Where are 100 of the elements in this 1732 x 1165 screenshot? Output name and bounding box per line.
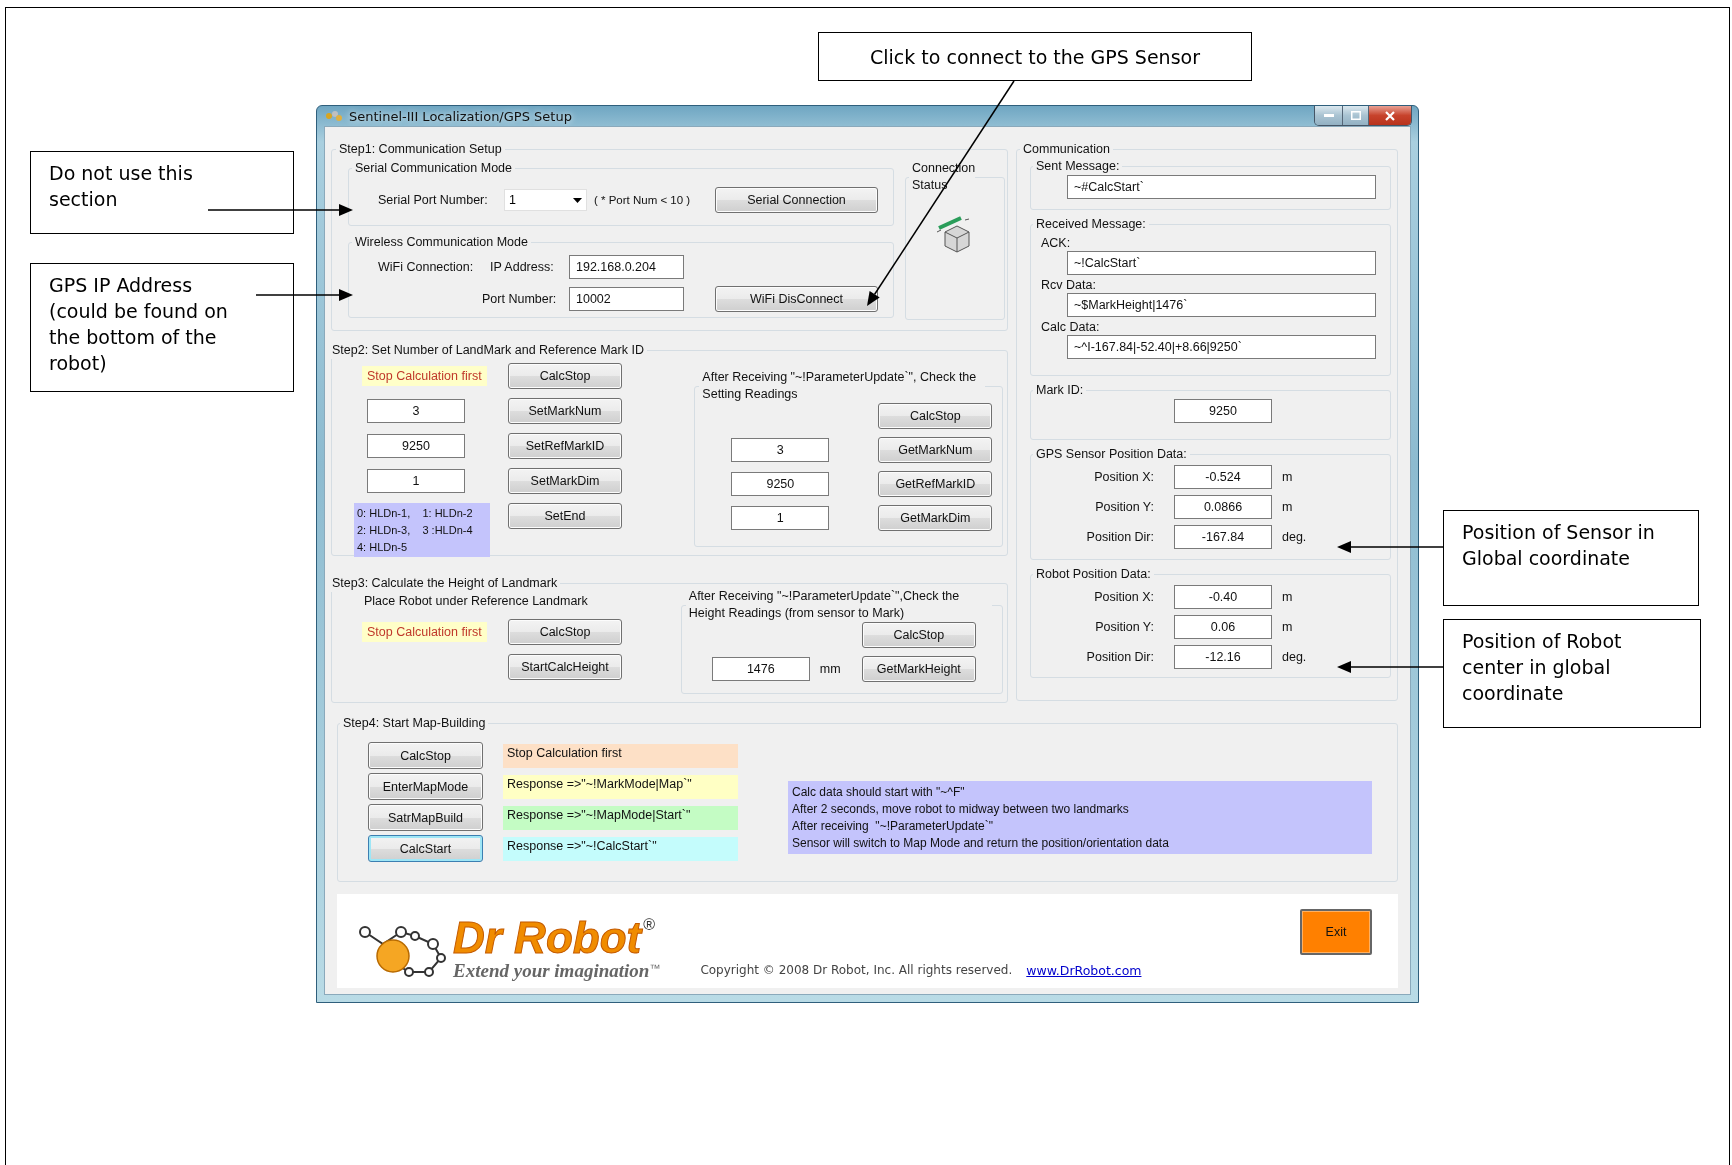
logo-text: Dr Robot: [453, 916, 642, 960]
get-mark-height-button[interactable]: GetMarkHeight: [861, 656, 976, 682]
field-label: Position Y:: [1094, 500, 1154, 514]
maximize-button[interactable]: [1342, 106, 1368, 125]
start-calc-height-button[interactable]: StartCalcHeight: [508, 654, 622, 680]
group-title: Step1: Communication Setup: [338, 141, 503, 158]
group-title: Robot Position Data:: [1035, 566, 1152, 583]
hint-text: ( * Port Num < 10 ): [593, 194, 692, 206]
group-title: After Receiving "~!ParameterUpdate`",Check the Height Readings (from sensor to Mark): [687, 588, 961, 622]
window-title: Sentinel-III Localization/GPS Setup: [349, 108, 572, 124]
field-label: Port Number:: [482, 292, 558, 306]
text-field[interactable]: 192.168.0.204: [569, 255, 684, 279]
command-button[interactable]: CalcStop: [368, 742, 483, 769]
instruction-line: Sensor will switch to Map Mode and return the position/orientation data: [792, 836, 1170, 850]
field-label: Serial Port Number:: [378, 193, 489, 207]
callout-text: Click to connect to the GPS Sensor: [818, 32, 1252, 81]
group-title: Serial Communication Mode: [354, 160, 513, 177]
copyright-text: Copyright © 2008 Dr Robot, Inc. All rights reserved.: [700, 963, 1013, 978]
group-title: Step4: Start Map-Building: [342, 715, 487, 732]
response-note: Response =>"~!MapMode|Start`": [503, 805, 738, 830]
callout-text: Position of Sensor in Global coordinate: [1443, 510, 1699, 606]
text-field[interactable]: 0.06: [1174, 615, 1272, 639]
text-field[interactable]: ~!CalcStart`: [1067, 251, 1376, 275]
text-field[interactable]: 1: [367, 469, 465, 493]
text-field[interactable]: -0.40: [1174, 585, 1272, 609]
group-title: After Receiving "~!ParameterUpdate`", Check the Setting Readings: [701, 369, 978, 403]
registered-mark: ®: [643, 916, 655, 933]
group-title: Step2: Set Number of LandMark and Reference Mark ID: [331, 342, 645, 359]
field-label: Position Dir:: [1085, 650, 1154, 664]
instruction-text: Place Robot under Reference Landmark: [363, 594, 589, 608]
group-title: Communication: [1022, 141, 1111, 158]
command-button[interactable]: SetMarkDim: [508, 468, 622, 494]
text-field[interactable]: 0.0866: [1174, 495, 1272, 519]
exit-button[interactable]: Exit: [1300, 909, 1372, 955]
command-button[interactable]: SetRefMarkID: [508, 433, 622, 459]
trademark-mark: ™: [649, 961, 661, 974]
calc-stop-button[interactable]: CalcStop: [878, 403, 993, 429]
calc-stop-button[interactable]: CalcStop: [508, 363, 622, 389]
unit-label: mm: [819, 662, 842, 676]
instruction-line: After receiving "~!ParameterUpdate`": [792, 819, 994, 833]
field-label: Calc Data:: [1041, 320, 1101, 334]
text-field[interactable]: 3: [731, 438, 830, 462]
close-button[interactable]: [1368, 106, 1411, 125]
field-label: Position Y:: [1094, 620, 1154, 634]
text-field[interactable]: 1476: [711, 657, 810, 681]
field-label: Position X:: [1093, 470, 1154, 484]
text-field[interactable]: 9250: [1174, 399, 1272, 423]
legend-entry: 2: HLDn-3, 3 :HLDn-4: [357, 523, 474, 538]
group-title: Step3: Calculate the Height of Landmark: [331, 575, 559, 592]
wifi-disconnect-button[interactable]: WiFi DisConnect: [715, 286, 878, 312]
serial-connection-button[interactable]: Serial Connection: [715, 187, 878, 213]
app-icon: [325, 109, 343, 123]
text-field[interactable]: -167.84: [1174, 525, 1272, 549]
minimize-icon: [1323, 113, 1334, 118]
callout-text: Position of Robot center in global coordinate: [1443, 619, 1701, 728]
text-field[interactable]: ~$MarkHeight|1476`: [1067, 293, 1376, 317]
text-field[interactable]: ~#CalcStart`: [1067, 175, 1376, 199]
command-button[interactable]: SetMarkNum: [508, 398, 622, 424]
port-dropdown[interactable]: 1: [504, 189, 587, 211]
command-button[interactable]: EnterMapMode: [368, 773, 483, 800]
warning-note: Stop Calculation first: [362, 366, 487, 386]
instruction-line: After 2 seconds, move robot to midway between two landmarks: [792, 802, 1130, 816]
legend-entry: 4: HLDn-5: [357, 540, 409, 555]
response-note: Response =>"~!MarkMode|Map`": [503, 774, 738, 799]
field-label: Position X:: [1093, 590, 1154, 604]
unit-label: deg.: [1282, 650, 1308, 664]
response-note: Stop Calculation first: [503, 743, 738, 768]
group-title: Sent Message:: [1035, 158, 1121, 175]
command-button[interactable]: CalcStart: [368, 835, 483, 862]
command-button[interactable]: GetMarkDim: [878, 505, 993, 531]
callout-text: Do not use this section: [30, 151, 294, 234]
text-field[interactable]: 9250: [367, 434, 465, 458]
command-button[interactable]: SatrMapBuild: [368, 804, 483, 831]
field-label: IP Address:: [489, 260, 555, 274]
maximize-icon: [1350, 111, 1361, 120]
warning-note: Stop Calculation first: [362, 622, 487, 642]
group-title: Mark ID:: [1035, 382, 1085, 399]
text-field[interactable]: 3: [367, 399, 465, 423]
text-field[interactable]: 10002: [569, 287, 684, 311]
calc-stop-button[interactable]: CalcStop: [508, 619, 622, 645]
unit-label: m: [1282, 500, 1294, 514]
unit-label: m: [1282, 470, 1294, 484]
command-button[interactable]: GetMarkNum: [878, 437, 993, 463]
unit-label: deg.: [1282, 530, 1308, 544]
close-icon: [1385, 110, 1395, 121]
field-label: ACK:: [1041, 236, 1072, 250]
response-note: Response =>"~!CalcStart`": [503, 836, 738, 861]
command-button[interactable]: GetRefMarkID: [878, 471, 993, 497]
field-label: Position Dir:: [1085, 530, 1154, 544]
website-link[interactable]: www.DrRobot.com: [1026, 963, 1142, 978]
unit-label: m: [1282, 620, 1294, 634]
group-title: Received Message:: [1035, 216, 1147, 233]
text-field[interactable]: ~^I-167.84|-52.40|+8.66|9250`: [1067, 335, 1376, 359]
text-field[interactable]: -0.524: [1174, 465, 1272, 489]
callout-text: GPS IP Address (could be found on the bottom of the robot): [30, 263, 294, 392]
text-field[interactable]: 1: [731, 506, 830, 530]
set-end-button[interactable]: SetEnd: [508, 503, 622, 529]
calc-stop-button[interactable]: CalcStop: [861, 622, 976, 648]
text-field[interactable]: -12.16: [1174, 645, 1272, 669]
text-field[interactable]: 9250: [731, 472, 830, 496]
